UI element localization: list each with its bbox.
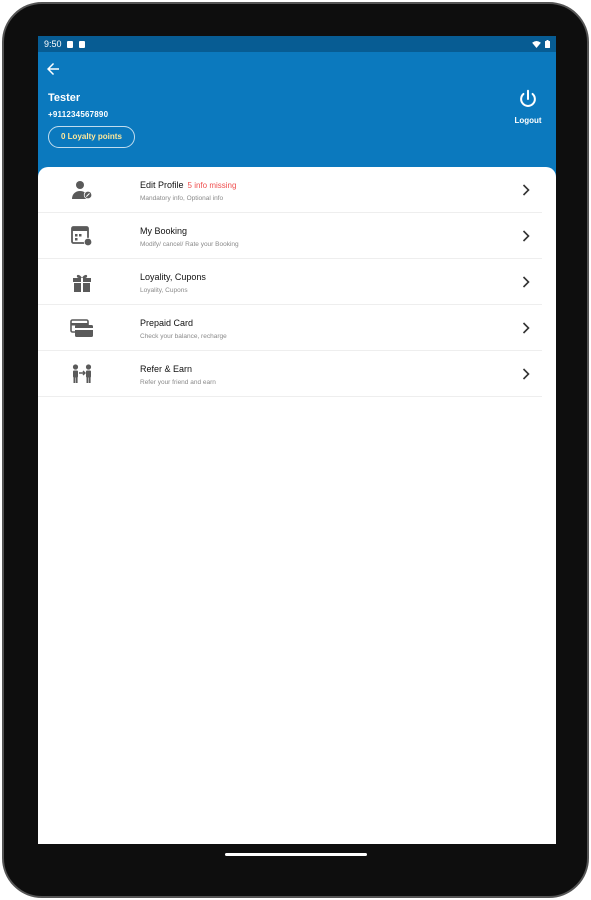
menu-item-title: Prepaid Card <box>140 318 193 328</box>
menu-item-title: Edit Profile 5 info missing <box>140 180 236 190</box>
status-bar: 9:50 <box>38 36 556 52</box>
chevron-right-icon <box>522 322 530 334</box>
menu-item-title: My Booking <box>140 226 187 236</box>
status-right <box>532 40 550 48</box>
gesture-nav-handle[interactable] <box>225 853 367 856</box>
menu-card: Edit Profile 5 info missing Mandatory inf… <box>38 167 556 844</box>
loyalty-coupons-label: Loyality, Cupons <box>140 272 206 282</box>
sim-icon <box>66 40 73 48</box>
loyalty-points-button[interactable]: 0 Loyalty points <box>48 126 135 148</box>
chevron-right-icon <box>522 368 530 380</box>
card-icon <box>70 319 93 337</box>
app-screen: 9:50 Tester +911234567890 0 Loyalty poin… <box>38 36 556 844</box>
people-icon <box>72 364 92 383</box>
menu-item-loyalty-coupons[interactable]: Loyality, Cupons Loyality, Cupons <box>38 259 556 305</box>
my-booking-label: My Booking <box>140 226 188 236</box>
user-edit-icon <box>72 181 93 200</box>
logout-button[interactable]: Logout <box>510 88 546 125</box>
user-phone: +911234567890 <box>48 110 109 119</box>
divider <box>38 396 542 397</box>
wifi-icon <box>532 40 541 48</box>
menu-item-prepaid-card[interactable]: Prepaid Card Check your balance, recharg… <box>38 305 556 351</box>
logout-label: Logout <box>514 116 542 125</box>
calendar-icon <box>71 226 93 247</box>
menu-item-subtitle: Loyality, Cupons <box>140 287 188 294</box>
menu-item-title: Refer & Earn <box>140 364 192 374</box>
menu-item-my-booking[interactable]: My Booking Modify/ cancel/ Rate your Boo… <box>38 213 556 259</box>
menu-item-refer-earn[interactable]: Refer & Earn Refer your friend and earn <box>38 351 556 397</box>
chevron-right-icon <box>522 276 530 288</box>
notification-icon <box>78 40 85 48</box>
tablet-device: 9:50 Tester +911234567890 0 Loyalty poin… <box>0 0 591 900</box>
status-time: 9:50 <box>44 39 62 49</box>
menu-item-subtitle: Modify/ cancel/ Rate your Booking <box>140 241 239 248</box>
arrow-left-icon[interactable] <box>44 60 62 78</box>
menu-item-subtitle: Mandatory info, Optional info <box>140 195 224 202</box>
edit-profile-label: Edit Profile <box>140 180 184 190</box>
menu-item-edit-profile[interactable]: Edit Profile 5 info missing Mandatory inf… <box>38 167 556 213</box>
refer-earn-label: Refer & Earn <box>140 364 193 374</box>
menu-item-subtitle: Check your balance, recharge <box>140 333 227 340</box>
menu-item-title: Loyality, Cupons <box>140 272 206 282</box>
chevron-right-icon <box>522 230 530 242</box>
info-missing-badge: 5 info missing <box>187 181 237 190</box>
prepaid-card-label: Prepaid Card <box>140 318 194 328</box>
chevron-right-icon <box>522 184 530 196</box>
gift-icon <box>73 274 91 292</box>
user-name: Tester <box>48 92 81 104</box>
power-icon <box>520 89 536 107</box>
menu-item-subtitle: Refer your friend and earn <box>140 379 216 386</box>
battery-icon <box>545 40 550 48</box>
